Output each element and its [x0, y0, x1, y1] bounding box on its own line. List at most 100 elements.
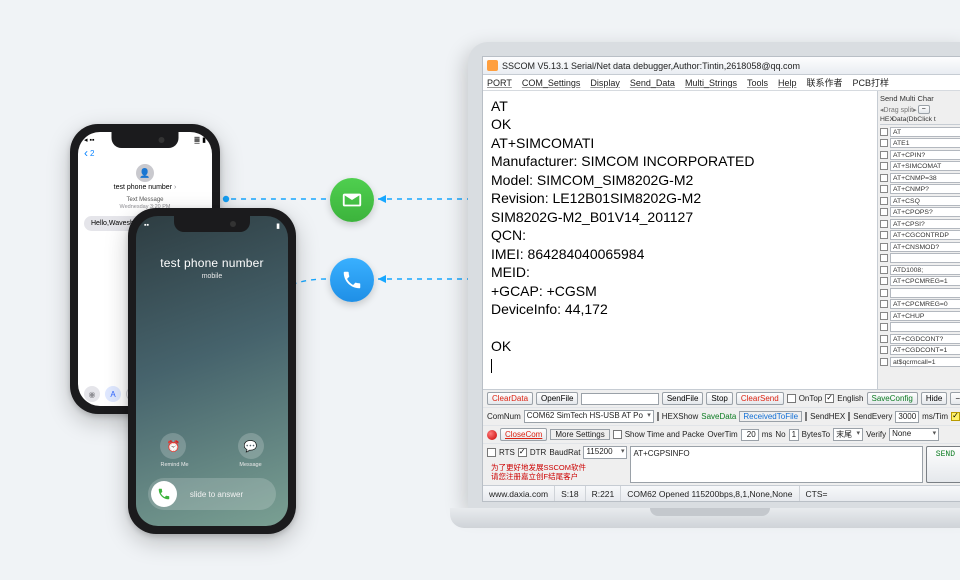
received-to-file[interactable]: ReceivedToFile [739, 411, 802, 422]
side-command-cell[interactable]: AT+CGCONTRDP [890, 230, 960, 240]
baud-select[interactable]: 115200 [583, 446, 627, 459]
side-hex-checkbox[interactable] [880, 208, 888, 216]
bytes-to-select[interactable]: 末尾 [833, 428, 863, 441]
side-command-row[interactable]: AT+CNMP? [880, 184, 960, 194]
send-every-input[interactable]: 3000 [895, 411, 919, 423]
verify-select[interactable]: None [889, 428, 939, 441]
side-command-cell[interactable]: AT+CNMP=38 [890, 173, 960, 183]
side-command-cell[interactable]: AT+CSQ [890, 196, 960, 206]
side-command-row[interactable] [880, 288, 960, 298]
menu-display[interactable]: Display [590, 78, 620, 88]
side-command-cell[interactable] [890, 322, 960, 332]
side-hex-checkbox[interactable] [880, 323, 888, 331]
slide-to-answer[interactable]: slide to answer [148, 478, 276, 510]
send-file-button[interactable]: SendFile [662, 392, 704, 405]
side-command-row[interactable]: ATE1 [880, 138, 960, 148]
side-command-cell[interactable]: AT+CPSI? [890, 219, 960, 229]
file-path-input[interactable] [581, 393, 658, 405]
addcrlf-checkbox[interactable] [951, 412, 960, 421]
com-port-select[interactable]: COM62 SimTech HS-USB AT Po [524, 410, 654, 423]
side-command-row[interactable]: AT+SIMCOMAT [880, 161, 960, 171]
side-hex-checkbox[interactable] [880, 162, 888, 170]
side-command-row[interactable]: at$qcrmcall=1 [880, 357, 960, 367]
side-collapse-button[interactable]: − [918, 105, 930, 114]
side-command-cell[interactable]: AT+CPOPS? [890, 207, 960, 217]
clear-data-button[interactable]: ClearData [487, 392, 533, 405]
terminal-output[interactable]: ATOKAT+SIMCOMATIManufacturer: SIMCOM INC… [483, 91, 877, 389]
side-hex-checkbox[interactable] [880, 220, 888, 228]
side-hex-checkbox[interactable] [880, 300, 888, 308]
savedata-label[interactable]: SaveData [701, 412, 736, 421]
side-command-cell[interactable]: AT+CGDCONT=1 [890, 345, 960, 355]
side-hex-checkbox[interactable] [880, 185, 888, 193]
side-hex-checkbox[interactable] [880, 254, 888, 262]
menu-settings[interactable]: COM_Settings [522, 78, 581, 88]
hexshow-checkbox[interactable] [657, 412, 659, 421]
side-hex-checkbox[interactable] [880, 289, 888, 297]
side-command-row[interactable] [880, 253, 960, 263]
overtime-input[interactable]: 20 [741, 429, 759, 441]
side-hex-checkbox[interactable] [880, 358, 888, 366]
side-command-row[interactable]: AT+CGCONTRDP [880, 230, 960, 240]
save-config-button[interactable]: SaveConfig [867, 392, 918, 405]
side-command-row[interactable]: AT+CPCMREG=0 [880, 299, 960, 309]
side-command-row[interactable]: AT+CGDCONT? [880, 334, 960, 344]
side-command-cell[interactable]: AT+CNSMOD? [890, 242, 960, 252]
dtr-checkbox[interactable] [518, 448, 527, 457]
more-settings-button[interactable]: More Settings [550, 429, 609, 440]
side-command-cell[interactable]: AT+CPCMREG=1 [890, 276, 960, 286]
side-command-row[interactable]: AT+CPIN? [880, 150, 960, 160]
side-command-row[interactable] [880, 322, 960, 332]
side-command-row[interactable]: AT+CHUP [880, 311, 960, 321]
bytes-no-input[interactable]: 1 [789, 429, 799, 441]
side-command-cell[interactable] [890, 288, 960, 298]
side-command-cell[interactable]: AT [890, 127, 960, 137]
status-url[interactable]: www.daxia.com [483, 486, 555, 501]
side-command-cell[interactable]: AT+CPIN? [890, 150, 960, 160]
side-hex-checkbox[interactable] [880, 197, 888, 205]
side-command-row[interactable]: AT+CSQ [880, 196, 960, 206]
side-hex-checkbox[interactable] [880, 335, 888, 343]
side-command-row[interactable]: AT+CGDCONT=1 [880, 345, 960, 355]
rts-checkbox[interactable] [487, 448, 496, 457]
stop-button[interactable]: Stop [706, 392, 732, 405]
answer-knob[interactable] [151, 481, 177, 507]
ontop-checkbox[interactable] [787, 394, 796, 403]
open-file-button[interactable]: OpenFile [536, 392, 578, 405]
menu-pcb[interactable]: PCB打样 [853, 76, 890, 89]
hide-collapse-button[interactable]: − [950, 392, 960, 405]
side-hex-checkbox[interactable] [880, 277, 888, 285]
hide-button[interactable]: Hide [921, 392, 947, 405]
side-command-cell[interactable]: AT+CHUP [890, 311, 960, 321]
side-command-cell[interactable]: AT+CGDCONT? [890, 334, 960, 344]
side-command-row[interactable]: AT [880, 127, 960, 137]
english-checkbox[interactable] [825, 394, 834, 403]
side-hex-checkbox[interactable] [880, 312, 888, 320]
appstore-icon[interactable]: A [105, 386, 121, 402]
send-button[interactable]: SEND [926, 446, 960, 483]
clear-send-button[interactable]: ClearSend [736, 392, 784, 405]
side-hex-checkbox[interactable] [880, 243, 888, 251]
menu-senddata[interactable]: Send_Data [630, 78, 675, 88]
contact-name[interactable]: test phone number › [78, 184, 212, 191]
menu-contact[interactable]: 联系作者 [807, 76, 843, 89]
at-command-input[interactable]: AT+CGPSINFO [630, 446, 922, 483]
side-hex-checkbox[interactable] [880, 128, 888, 136]
menu-help[interactable]: Help [778, 78, 797, 88]
side-command-cell[interactable] [890, 253, 960, 263]
side-hex-checkbox[interactable] [880, 346, 888, 354]
side-hex-checkbox[interactable] [880, 266, 888, 274]
close-com-button[interactable]: CloseCom [500, 428, 547, 441]
side-command-cell[interactable]: AT+SIMCOMAT [890, 161, 960, 171]
side-command-cell[interactable]: AT+CPCMREG=0 [890, 299, 960, 309]
side-command-cell[interactable]: ATD1008; [890, 265, 960, 275]
menu-multi[interactable]: Multi_Strings [685, 78, 737, 88]
side-command-cell[interactable]: ATE1 [890, 138, 960, 148]
camera-icon[interactable]: ◉ [84, 386, 100, 402]
side-command-row[interactable]: AT+CPOPS? [880, 207, 960, 217]
side-command-row[interactable]: AT+CNMP=38 [880, 173, 960, 183]
side-command-row[interactable]: ATD1008; [880, 265, 960, 275]
message-button[interactable]: 💬 Message [238, 433, 264, 468]
sendhex-checkbox[interactable] [805, 412, 807, 421]
side-command-row[interactable]: AT+CPCMREG=1 [880, 276, 960, 286]
